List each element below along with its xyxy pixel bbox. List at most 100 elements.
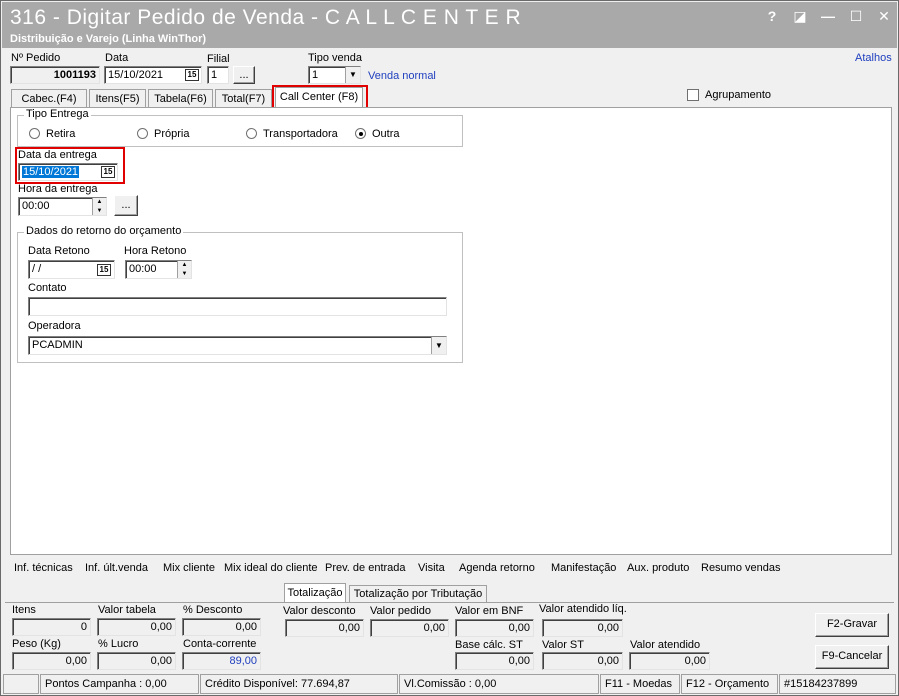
cancelar-button[interactable]: F9-Cancelar <box>815 645 889 669</box>
tipo-venda-label: Tipo venda <box>308 52 363 64</box>
valor-pedido-label: Valor pedido <box>370 605 431 617</box>
valor-atendido-field: 0,00 <box>629 652 710 670</box>
minimize-icon[interactable]: — <box>821 8 835 24</box>
valor-pedido-field: 0,00 <box>370 619 449 637</box>
valor-tabela-field: 0,00 <box>97 618 176 636</box>
tab-cabec[interactable]: Cabec.(F4) <box>11 89 87 109</box>
operadora-label: Operadora <box>28 320 81 332</box>
valor-bnf-label: Valor em BNF <box>455 605 524 617</box>
data-value: 15/10/2021 <box>108 69 164 81</box>
tipo-venda-select[interactable]: 1 ▼ <box>308 66 361 84</box>
restore-icon[interactable]: ◪ <box>793 8 807 24</box>
link-manifestacao[interactable]: Manifestação <box>551 562 616 574</box>
valor-desconto-label: Valor desconto <box>283 605 356 617</box>
tab-tabela[interactable]: Tabela(F6) <box>148 89 213 109</box>
filial-field[interactable]: 1 <box>207 66 229 84</box>
hora-retono-spinner[interactable]: ▲ ▼ <box>177 261 191 278</box>
pct-desconto-label: % Desconto <box>183 604 243 616</box>
filial-lookup-button[interactable]: ... <box>233 66 255 84</box>
tab-total[interactable]: Total(F7) <box>215 89 272 109</box>
data-retono-label: Data Retono <box>28 245 90 257</box>
hora-entrega-ellipsis-button[interactable]: ... <box>114 195 138 216</box>
hora-entrega-spinner[interactable]: ▲ ▼ <box>92 198 106 215</box>
peso-label: Peso (Kg) <box>12 638 61 650</box>
agrupamento-checkbox[interactable] <box>687 89 699 101</box>
status-f11[interactable]: F11 - Moedas <box>600 674 680 694</box>
pct-lucro-field: 0,00 <box>97 652 176 670</box>
status-comissao: Vl.Comissão : 0,00 <box>399 674 599 694</box>
radio-transportadora[interactable] <box>246 128 257 139</box>
annotation-data-entrega <box>15 147 125 184</box>
peso-field: 0,00 <box>12 652 91 670</box>
chevron-down-icon[interactable]: ▼ <box>431 337 446 354</box>
radio-transportadora-label: Transportadora <box>263 128 338 140</box>
link-prev-entrada[interactable]: Prev. de entrada <box>325 562 406 574</box>
status-f12[interactable]: F12 - Orçamento <box>681 674 778 694</box>
link-inf-ult-venda[interactable]: Inf. últ.venda <box>85 562 148 574</box>
tipo-venda-desc: Venda normal <box>368 70 436 82</box>
valor-bnf-field: 0,00 <box>455 619 534 637</box>
pedido-label: Nº Pedido <box>11 52 61 64</box>
tipo-entrega-title: Tipo Entrega <box>24 108 91 120</box>
link-aux-produto[interactable]: Aux. produto <box>627 562 689 574</box>
help-icon[interactable]: ? <box>765 8 779 24</box>
tipo-entrega-group: Tipo Entrega Retira Própria Transportado… <box>17 108 463 147</box>
radio-retira[interactable] <box>29 128 40 139</box>
calendar-icon[interactable]: 15 <box>185 69 199 81</box>
radio-propria-label: Própria <box>154 128 190 140</box>
gravar-button[interactable]: F2-Gravar <box>815 613 889 637</box>
agrupamento-label: Agrupamento <box>705 89 772 101</box>
pedido-field: 1001193 <box>10 66 100 84</box>
hora-retono-field[interactable]: 00:00 ▲ ▼ <box>125 260 192 279</box>
conta-corrente-label: Conta-corrente <box>183 638 257 650</box>
link-inf-tecnicas[interactable]: Inf. técnicas <box>14 562 73 574</box>
itens-field: 0 <box>12 618 91 636</box>
valor-st-label: Valor ST <box>542 639 584 651</box>
hora-entrega-field[interactable]: 00:00 ▲ ▼ <box>18 197 107 216</box>
link-mix-ideal[interactable]: Mix ideal do cliente <box>224 562 318 574</box>
operadora-select[interactable]: PCADMIN ▼ <box>28 336 447 355</box>
calendar-icon[interactable]: 15 <box>97 264 111 276</box>
radio-retira-label: Retira <box>46 128 76 140</box>
radio-propria[interactable] <box>137 128 148 139</box>
links-bar: Inf. técnicas Inf. últ.venda Mix cliente… <box>1 557 898 579</box>
close-icon[interactable]: ✕ <box>877 8 891 24</box>
retorno-group: Dados do retorno do orçamento Data Reton… <box>17 225 463 363</box>
link-visita[interactable]: Visita <box>418 562 445 574</box>
tab-totalizacao-tributacao[interactable]: Totalização por Tributação <box>349 585 487 603</box>
title-bar[interactable]: 316 - Digitar Pedido de Venda - C A L L … <box>2 2 897 48</box>
status-blank <box>3 674 39 694</box>
hora-retono-label: Hora Retono <box>124 245 187 257</box>
atalhos-link[interactable]: Atalhos <box>855 52 892 64</box>
contato-label: Contato <box>28 282 67 294</box>
hora-retono-value: 00:00 <box>129 263 157 275</box>
operadora-value: PCADMIN <box>32 339 83 351</box>
window-title: 316 - Digitar Pedido de Venda - C A L L … <box>10 6 522 29</box>
valor-st-field: 0,00 <box>542 652 623 670</box>
maximize-icon[interactable]: ☐ <box>849 8 863 24</box>
call-center-panel: Tipo Entrega Retira Própria Transportado… <box>10 107 892 555</box>
contato-field[interactable] <box>28 297 447 316</box>
tipo-venda-value: 1 <box>312 69 319 81</box>
window-subtitle: Distribuição e Varejo (Linha WinThor) <box>10 33 207 45</box>
radio-outra[interactable] <box>355 128 366 139</box>
pct-desconto-field: 0,00 <box>182 618 261 636</box>
link-agenda-retorno[interactable]: Agenda retorno <box>459 562 535 574</box>
data-label: Data <box>105 52 129 64</box>
tab-itens[interactable]: Itens(F5) <box>89 89 146 109</box>
valor-atendido-label: Valor atendido <box>630 639 701 651</box>
hora-entrega-value: 00:00 <box>22 200 50 212</box>
tab-totalizacao[interactable]: Totalização <box>284 583 346 603</box>
base-st-field: 0,00 <box>455 652 534 670</box>
conta-corrente-field: 89,00 <box>182 652 261 670</box>
valor-tabela-label: Valor tabela <box>98 604 156 616</box>
filial-label: Filial <box>207 53 230 65</box>
data-retono-value: / / <box>32 263 42 275</box>
link-mix-cliente[interactable]: Mix cliente <box>163 562 215 574</box>
base-st-label: Base cálc. ST <box>455 639 523 651</box>
link-resumo-vendas[interactable]: Resumo vendas <box>701 562 781 574</box>
hora-entrega-label: Hora da entrega <box>18 183 98 195</box>
valor-atendido-liq-label: Valor atendido líq. <box>539 603 627 615</box>
chevron-down-icon[interactable]: ▼ <box>345 67 360 83</box>
status-pontos: Pontos Campanha : 0,00 <box>40 674 199 694</box>
